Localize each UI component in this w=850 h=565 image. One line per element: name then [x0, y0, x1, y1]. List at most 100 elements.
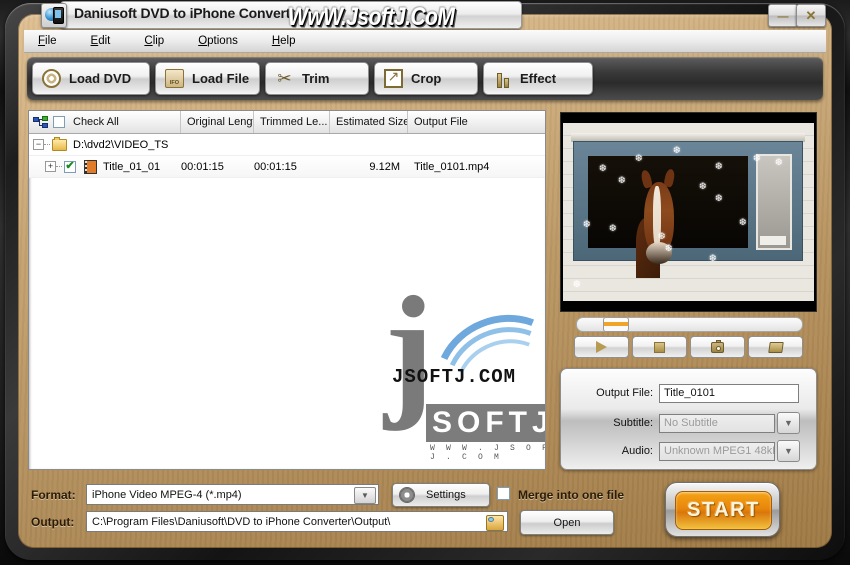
- logo-swoosh-1: [415, 294, 545, 462]
- tree-line-3: [39, 118, 40, 126]
- cell-trimmed-length: 00:01:15: [254, 160, 297, 173]
- menu-item-help[interactable]: Help: [272, 35, 296, 47]
- load-file-button[interactable]: Load File: [155, 62, 260, 95]
- effect-bars-icon: [493, 69, 512, 88]
- column-header-check-all[interactable]: Check All: [29, 111, 181, 133]
- column-header-trimmed-length[interactable]: Trimmed Le...: [254, 111, 330, 133]
- crop-label: Crop: [411, 71, 442, 86]
- menu-clip-accel: C: [144, 35, 153, 47]
- title-bar: Daniusoft DVD to iPhone Converter WwW.Js…: [0, 0, 850, 31]
- title-row-checkbox[interactable]: [64, 159, 76, 173]
- output-path-value: C:\Program Files\Daniusoft\DVD to iPhone…: [92, 515, 391, 528]
- menu-options-accel: O: [198, 35, 208, 47]
- stop-button[interactable]: [632, 336, 687, 358]
- subtitle-label: Subtitle:: [613, 417, 653, 429]
- player-controls: [574, 336, 803, 358]
- audio-select-value[interactable]: Unknown MPEG1 48kHz 2: [659, 441, 775, 461]
- preview-image-horse-in-barn-window: ❆ ❆ ❆ ❆ ❆ ❆ ❆ ❆ ❆ ❆ ❆ ❆ ❆ ❆ ❆ ❆: [563, 123, 814, 301]
- play-button[interactable]: [574, 336, 629, 358]
- start-button[interactable]: START: [665, 482, 780, 537]
- merge-into-one-file-checkbox[interactable]: [497, 487, 510, 500]
- close-button[interactable]: ✕: [796, 4, 826, 27]
- logo-brand-text: SOFTJ: [432, 406, 546, 439]
- menu-edit-rest: dit: [98, 35, 111, 47]
- cell-original-length: 00:01:15: [181, 160, 224, 173]
- chevron-down-icon: ▼: [784, 418, 793, 428]
- start-button-inner: START: [675, 491, 772, 530]
- file-list-panel: Check All Original Length Trimmed Le... …: [28, 110, 546, 470]
- seek-slider-thumb[interactable]: [603, 317, 629, 332]
- video-preview[interactable]: ❆ ❆ ❆ ❆ ❆ ❆ ❆ ❆ ❆ ❆ ❆ ❆ ❆ ❆ ❆ ❆: [560, 112, 817, 312]
- output-file-input[interactable]: Title_0101: [659, 383, 799, 403]
- camera-icon: [711, 339, 724, 353]
- menu-item-clip[interactable]: Clip: [144, 35, 164, 47]
- dvd-disc-icon: [42, 69, 61, 88]
- minimize-button[interactable]: —: [768, 4, 798, 27]
- cell-estimated-size: 9.12M: [369, 160, 400, 173]
- format-combobox[interactable]: iPhone Video MPEG-4 (*.mp4) ▼: [86, 484, 379, 505]
- output-path-label: Output:: [31, 515, 75, 529]
- effect-label: Effect: [520, 71, 557, 86]
- crop-button[interactable]: Crop: [374, 62, 478, 95]
- load-file-label: Load File: [192, 71, 250, 86]
- scissors-icon: ✂: [277, 69, 292, 88]
- load-dvd-button[interactable]: Load DVD: [32, 62, 150, 95]
- menu-item-options[interactable]: Options: [198, 35, 238, 47]
- toolbar: Load DVD Load File ✂ Trim Crop Effect: [27, 57, 823, 100]
- column-header-estimated-size[interactable]: Estimated Size: [330, 111, 408, 133]
- menu-item-edit[interactable]: Edit: [91, 35, 111, 47]
- menu-help-accel: H: [271, 35, 281, 47]
- close-icon: ✕: [805, 7, 817, 23]
- format-dropdown-button[interactable]: ▼: [354, 487, 376, 504]
- tree-dot-line: [44, 143, 50, 146]
- folder-collapse-toggle[interactable]: −: [33, 139, 44, 150]
- cell-output-file: Title_0101.mp4: [414, 160, 490, 173]
- menu-clip-rest: lip: [152, 35, 165, 47]
- logo-url-text: W W W . J S O F T J . C O M: [430, 444, 545, 462]
- logo-brand-box: SOFTJ: [426, 404, 546, 442]
- effect-button[interactable]: Effect: [483, 62, 593, 95]
- snapshot-button[interactable]: [690, 336, 745, 358]
- format-value: iPhone Video MPEG-4 (*.mp4): [92, 488, 242, 501]
- start-button-label: START: [687, 499, 760, 521]
- snowflake: ❆: [709, 253, 717, 263]
- snowflake: ❆: [618, 175, 626, 185]
- play-icon: [596, 341, 607, 353]
- tree-dot-line: [56, 165, 62, 168]
- open-snapshot-folder-button[interactable]: [748, 336, 803, 358]
- crop-arrow-icon: [384, 68, 403, 88]
- format-label: Format:: [31, 488, 76, 502]
- audio-row: Audio: Unknown MPEG1 48kHz 2 ▼: [575, 440, 805, 462]
- menu-item-file[interactable]: File: [38, 35, 57, 47]
- settings-button[interactable]: Settings: [392, 483, 490, 507]
- snowflake: ❆: [753, 153, 761, 163]
- snowflake: ❆: [665, 243, 673, 253]
- audio-dropdown-button[interactable]: ▼: [777, 440, 800, 462]
- column-header-original-length[interactable]: Original Length: [181, 111, 254, 133]
- folder-browse-icon[interactable]: [486, 515, 504, 531]
- gear-icon: [400, 488, 414, 502]
- file-list-header: Check All Original Length Trimmed Le... …: [29, 111, 545, 134]
- snowflake: ❆: [658, 231, 666, 241]
- menu-file-rest: ile: [45, 35, 57, 47]
- subtitle-dropdown-button[interactable]: ▼: [777, 412, 800, 434]
- trim-label: Trim: [302, 71, 330, 86]
- check-all-label: Check All: [73, 116, 119, 128]
- table-row[interactable]: + Title_01_01 00:01:15 00:01:15 9.12M Ti…: [29, 156, 545, 178]
- settings-label: Settings: [426, 489, 466, 501]
- horse: [636, 168, 682, 278]
- snowflake: ❆: [635, 153, 643, 163]
- table-row[interactable]: − D:\dvd2\VIDEO_TS: [29, 134, 545, 156]
- title-expand-toggle[interactable]: +: [45, 161, 56, 172]
- menu-options-rest: ptions: [207, 35, 238, 47]
- column-header-output-file[interactable]: Output File: [408, 111, 545, 133]
- subtitle-select-value[interactable]: No Subtitle: [659, 413, 775, 433]
- window-frame: [573, 141, 803, 278]
- seek-slider[interactable]: [576, 317, 803, 332]
- open-output-folder-button[interactable]: Open: [520, 510, 614, 535]
- output-path-input[interactable]: C:\Program Files\Daniusoft\DVD to iPhone…: [86, 511, 508, 532]
- merge-into-one-file-label: Merge into one file: [518, 488, 625, 502]
- trim-button[interactable]: ✂ Trim: [265, 62, 369, 95]
- check-all-checkbox[interactable]: [53, 116, 65, 128]
- folder-open-icon: [767, 341, 784, 353]
